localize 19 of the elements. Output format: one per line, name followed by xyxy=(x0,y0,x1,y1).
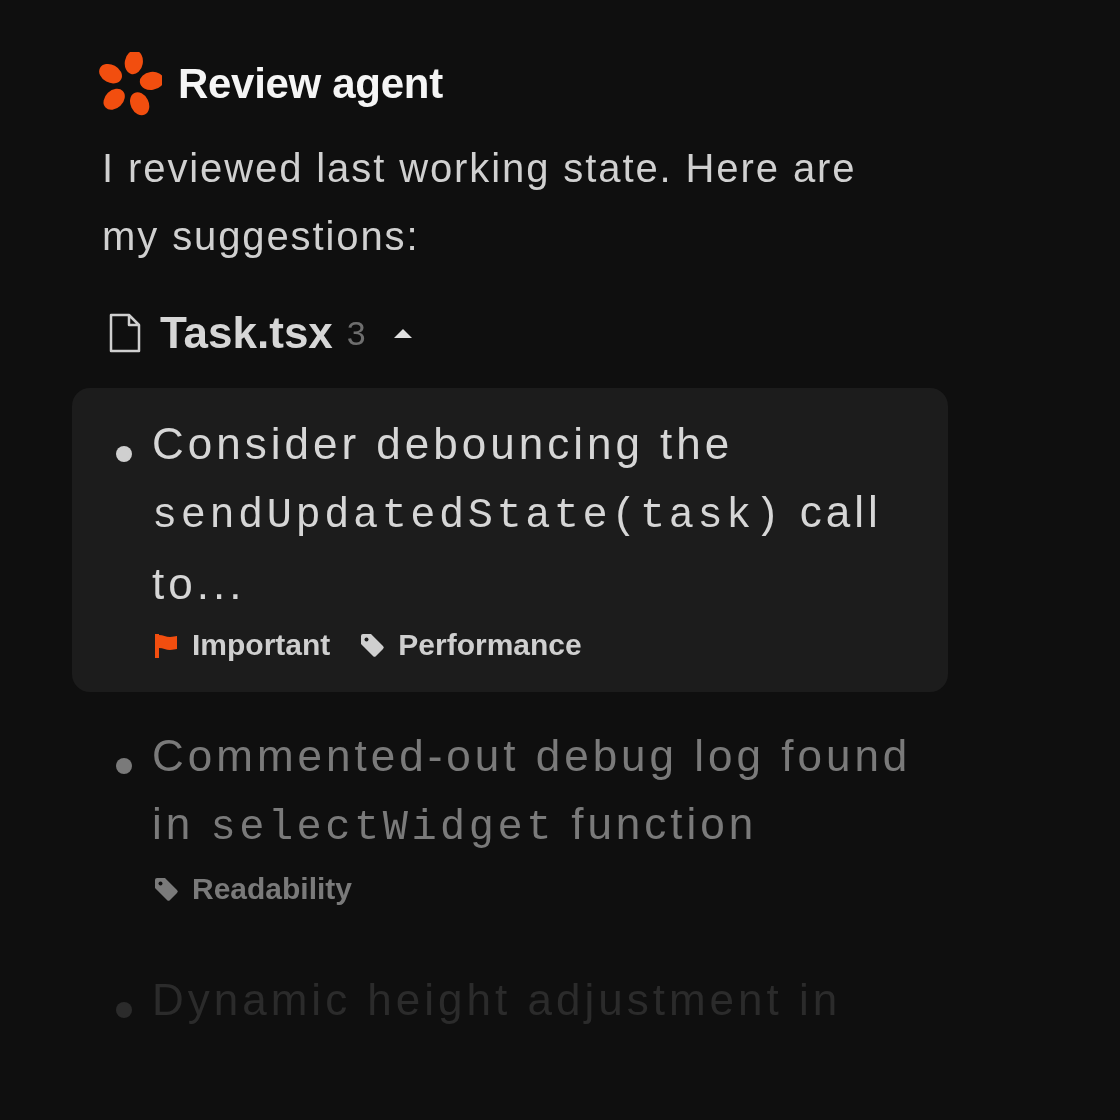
tag-label: Performance xyxy=(398,628,582,662)
file-name[interactable]: Task.tsx xyxy=(160,308,333,358)
suggestion-item[interactable]: Commented-out debug log found in selectWidget function Readability xyxy=(72,700,948,936)
message-text: I reviewed last working state. Here are my suggestions: xyxy=(102,145,858,260)
tag-icon xyxy=(152,875,180,903)
agent-title: Review agent xyxy=(178,60,443,108)
tag-label: Readability xyxy=(192,872,353,906)
tag-icon xyxy=(358,631,387,659)
suggestion-text: Consider debouncing the sendUpdatedState(task) call to... xyxy=(152,418,883,610)
logo-icon xyxy=(98,52,162,116)
tag-label: Important xyxy=(192,628,331,662)
suggestion-text: Commented-out debug log found in selectWidget function xyxy=(152,730,912,854)
bullet-icon xyxy=(116,758,132,774)
suggestion-count: 3 xyxy=(346,313,366,353)
bullet-icon xyxy=(116,1002,132,1018)
suggestion-card[interactable]: Consider debouncing the sendUpdatedState(task) call to... Important Performance xyxy=(72,388,948,692)
bullet-icon xyxy=(116,446,132,462)
flag-icon xyxy=(152,631,180,659)
file-icon xyxy=(108,312,142,354)
